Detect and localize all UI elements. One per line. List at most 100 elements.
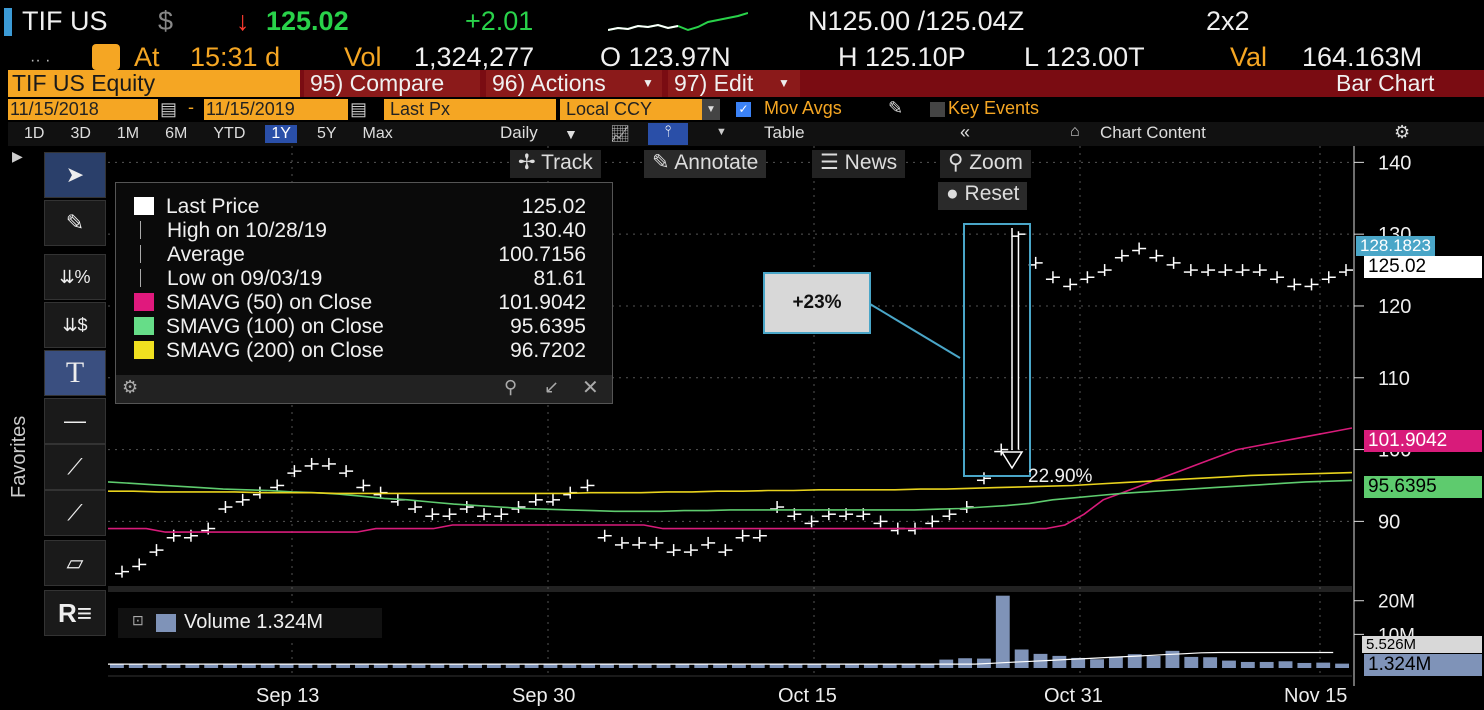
legend-value: 130.40 bbox=[521, 219, 586, 242]
sma100-line bbox=[108, 479, 1353, 513]
legend-swatch bbox=[140, 221, 155, 239]
favorites-tab[interactable]: Favorites bbox=[8, 388, 34, 498]
pin-icon[interactable]: ⚲ bbox=[504, 377, 517, 398]
legend-settings-icon[interactable]: ⚙ bbox=[122, 377, 138, 398]
timeframe-1d[interactable]: 1D bbox=[18, 125, 50, 143]
legend-row: SMAVG (100) on Close 95.6395 bbox=[134, 315, 604, 339]
channel-tool-icon[interactable]: ⟋ bbox=[44, 490, 106, 536]
research-tool-icon[interactable]: R≡ bbox=[44, 590, 106, 636]
percent-tool-icon[interactable]: ⇊% bbox=[44, 254, 106, 300]
bar-chart-icon[interactable]: ⫯ bbox=[648, 123, 688, 145]
text-tool-icon[interactable]: T bbox=[44, 350, 106, 396]
volume-legend-label: Volume 1.324M bbox=[184, 611, 323, 633]
currency-dropdown-icon[interactable]: ▼ bbox=[702, 99, 720, 120]
volume-bar bbox=[392, 664, 407, 668]
volume-bar bbox=[505, 664, 520, 668]
pen-tool-icon[interactable]: ✎ bbox=[44, 200, 106, 246]
legend-swatch bbox=[140, 269, 155, 287]
reset-button[interactable]: ● Reset bbox=[938, 182, 1028, 210]
legend-label: High on 10/28/19 bbox=[167, 219, 327, 242]
settings-gear-icon[interactable]: ⚙ bbox=[1394, 122, 1410, 143]
volume-bar bbox=[336, 664, 351, 668]
end-date-field[interactable]: 11/15/2019 bbox=[204, 99, 348, 120]
legend-value: 100.7156 bbox=[498, 243, 586, 266]
zoom-icon: ⚲ bbox=[948, 151, 970, 174]
news-button[interactable]: ☰ News bbox=[812, 150, 906, 178]
horizontal-line-tool-icon[interactable]: — bbox=[44, 398, 106, 444]
legend-label: SMAVG (200) on Close bbox=[166, 339, 384, 362]
start-date-field[interactable]: 11/15/2018 bbox=[8, 99, 158, 120]
y-tick-label: 110 bbox=[1378, 368, 1410, 390]
volume-bar bbox=[750, 664, 765, 668]
speedometer-icon[interactable] bbox=[92, 44, 120, 70]
chart-legend[interactable]: Last Price 125.02 High on 10/28/19 130.40 Av… bbox=[115, 182, 613, 404]
table-button[interactable]: Table bbox=[764, 123, 805, 143]
volume-bar bbox=[1184, 656, 1199, 668]
track-icon: ✢ bbox=[518, 151, 542, 174]
expand-arrow-icon[interactable]: ▶ bbox=[12, 148, 23, 165]
collapse-icon[interactable]: « bbox=[960, 122, 970, 143]
high-price: H 125.10P bbox=[838, 42, 966, 72]
field-select[interactable]: Last Px bbox=[384, 99, 556, 120]
chart-content-button[interactable]: Chart Content bbox=[1100, 123, 1206, 143]
dollar-tool-icon[interactable]: ⇊$ bbox=[44, 302, 106, 348]
volume-bar bbox=[581, 664, 596, 668]
track-button[interactable]: ✢ Track bbox=[510, 150, 601, 178]
annotation-box[interactable]: +23% bbox=[763, 272, 871, 334]
currency-select[interactable]: Local CCY bbox=[560, 99, 706, 120]
timeframe-ytd[interactable]: YTD bbox=[207, 125, 251, 143]
volume-bar bbox=[1052, 655, 1067, 668]
chart-type-dropdown-icon[interactable]: ▼ bbox=[716, 126, 727, 138]
x-tick-label: Oct 15 bbox=[778, 685, 837, 707]
line-chart-icon[interactable]: 📈︎ bbox=[610, 124, 630, 144]
annotate-label: Annotate bbox=[674, 151, 759, 174]
quote-time: 15:31 d bbox=[190, 42, 281, 72]
zoom-button[interactable]: ⚲ Zoom bbox=[940, 150, 1031, 178]
key-events-label: Key Events bbox=[948, 98, 1040, 118]
pointer-tool-icon[interactable]: ➤ bbox=[44, 152, 106, 198]
volume-bar bbox=[920, 664, 935, 668]
y-tick-label: 120 bbox=[1378, 296, 1411, 318]
key-events-checkbox[interactable] bbox=[930, 102, 945, 117]
rectangle-tool-icon[interactable]: ▱ bbox=[44, 540, 106, 586]
volume-bar bbox=[995, 595, 1010, 668]
timeframe-3d[interactable]: 3D bbox=[64, 125, 96, 143]
volume-legend[interactable]: ⊡ Volume 1.324M bbox=[118, 608, 382, 638]
timeframe-5y[interactable]: 5Y bbox=[311, 125, 343, 143]
close-icon[interactable]: ✕ bbox=[582, 375, 599, 400]
pane-divider bbox=[108, 586, 1352, 592]
timeframe-1y[interactable]: 1Y bbox=[265, 125, 297, 143]
ticker[interactable]: TIF US bbox=[22, 6, 108, 37]
volume-bar bbox=[524, 664, 539, 668]
legend-swatch bbox=[140, 245, 155, 263]
minimize-icon[interactable]: ↙ bbox=[544, 377, 559, 398]
period-dropdown-icon[interactable]: ▼ bbox=[564, 126, 578, 142]
favorites-strip: ▶ Favorites bbox=[0, 148, 42, 634]
start-calendar-icon[interactable]: ▤ bbox=[160, 99, 177, 120]
val-label: Val bbox=[1230, 42, 1268, 72]
favorites-label: Favorites bbox=[8, 415, 30, 498]
open-price: O 123.97N bbox=[600, 42, 731, 72]
trend-line-tool-icon[interactable]: ⟋ bbox=[44, 444, 106, 490]
volume-bar bbox=[1108, 656, 1123, 668]
volume-bar bbox=[411, 664, 426, 668]
volume-bar bbox=[732, 664, 746, 668]
compare-button[interactable]: 95) Compare bbox=[304, 70, 480, 97]
at-label: At bbox=[134, 42, 160, 72]
legend-row: SMAVG (200) on Close 96.7202 bbox=[134, 339, 604, 363]
annotate-button[interactable]: ✎ Annotate bbox=[644, 150, 767, 178]
actions-button[interactable]: 96) Actions bbox=[486, 70, 662, 97]
period-select[interactable]: Daily bbox=[500, 123, 538, 143]
last-price-tag: 125.02 bbox=[1364, 256, 1482, 278]
legend-value: 81.61 bbox=[533, 267, 586, 290]
security-field[interactable]: TIF US Equity bbox=[8, 70, 300, 97]
timeframe-1m[interactable]: 1M bbox=[111, 125, 145, 143]
end-calendar-icon[interactable]: ▤ bbox=[350, 99, 367, 120]
pencil-icon[interactable]: ✎ bbox=[888, 98, 903, 119]
timeframe-max[interactable]: Max bbox=[357, 125, 399, 143]
sma50-price-tag: 101.9042 bbox=[1364, 430, 1482, 452]
legend-swatch bbox=[134, 317, 154, 335]
mov-avgs-checkbox[interactable]: ✓ bbox=[736, 102, 751, 117]
timeframe-6m[interactable]: 6M bbox=[159, 125, 193, 143]
volume-bar bbox=[1090, 659, 1104, 668]
